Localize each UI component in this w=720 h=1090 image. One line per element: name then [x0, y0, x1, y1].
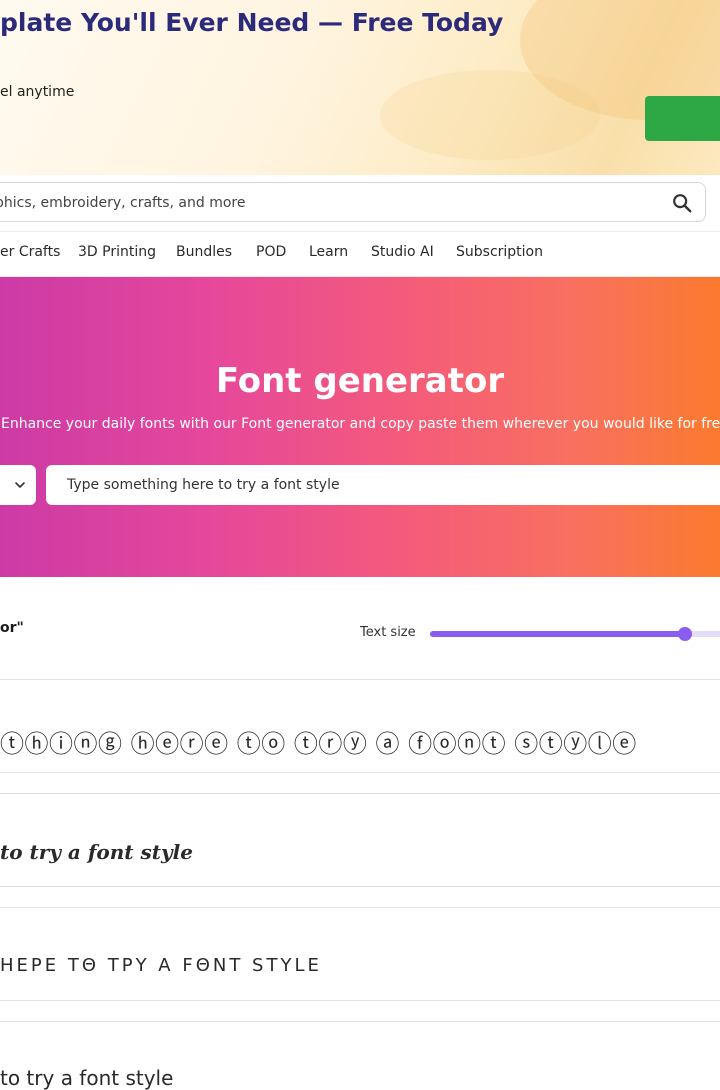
category-nav: er Crafts 3D Printing Bundles POD Learn …	[0, 231, 720, 277]
font-sample-plain[interactable]: to try a font style	[0, 1066, 720, 1090]
font-sample-greek[interactable]: ΗΕΡΕ ΤΘ ΤΡΥ Α FΘΝΤ SΤΥLΕ	[0, 955, 720, 976]
search-icon[interactable]	[671, 192, 693, 214]
search-input[interactable]	[0, 183, 647, 223]
banner-decoration	[380, 70, 600, 160]
divider	[0, 1021, 720, 1022]
font-generator-hero: Font generator Enhance your daily fonts …	[0, 277, 720, 577]
nav-item-3d-printing[interactable]: 3D Printing	[78, 244, 156, 260]
font-text-input[interactable]	[46, 465, 720, 505]
font-text-field	[46, 465, 720, 505]
divider	[0, 772, 720, 773]
nav-item-pod[interactable]: POD	[256, 244, 286, 260]
nav-item-learn[interactable]: Learn	[309, 244, 348, 260]
nav-item-subscription[interactable]: Subscription	[456, 244, 543, 260]
results-header: or" Text size	[0, 620, 720, 660]
slider-fill	[430, 631, 685, 637]
divider	[0, 886, 720, 887]
nav-item-studio-ai[interactable]: Studio AI	[371, 244, 434, 260]
page-title: Font generator	[215, 361, 505, 401]
banner-title: plate You'll Ever Need — Free Today	[0, 8, 504, 37]
font-sample-gothic[interactable]: to try a font style	[0, 840, 720, 864]
nav-item-bundles[interactable]: Bundles	[176, 244, 232, 260]
promo-banner: plate You'll Ever Need — Free Today el a…	[0, 0, 720, 175]
banner-subtitle: el anytime	[0, 84, 75, 100]
divider	[0, 907, 720, 908]
hero-description: Enhance your daily fonts with our Font g…	[1, 416, 720, 432]
slider-thumb[interactable]	[678, 627, 692, 641]
text-size-label: Text size	[360, 625, 416, 640]
divider	[0, 793, 720, 794]
style-select[interactable]	[0, 465, 36, 505]
search-bar	[0, 182, 706, 223]
banner-cta-button[interactable]	[645, 96, 720, 141]
divider	[0, 679, 720, 680]
chevron-down-icon	[15, 482, 25, 488]
results-label: or"	[0, 620, 24, 636]
text-size-slider[interactable]	[430, 627, 720, 641]
divider	[0, 1000, 720, 1001]
font-sample-circled[interactable]: ⓣⓗⓘⓝⓖ ⓗⓔⓡⓔ ⓣⓞ ⓣⓡⓨ ⓐ ⓕⓞⓝⓣ ⓢⓣⓨⓛⓔ	[0, 724, 720, 759]
nav-item-crafts[interactable]: er Crafts	[0, 244, 60, 260]
